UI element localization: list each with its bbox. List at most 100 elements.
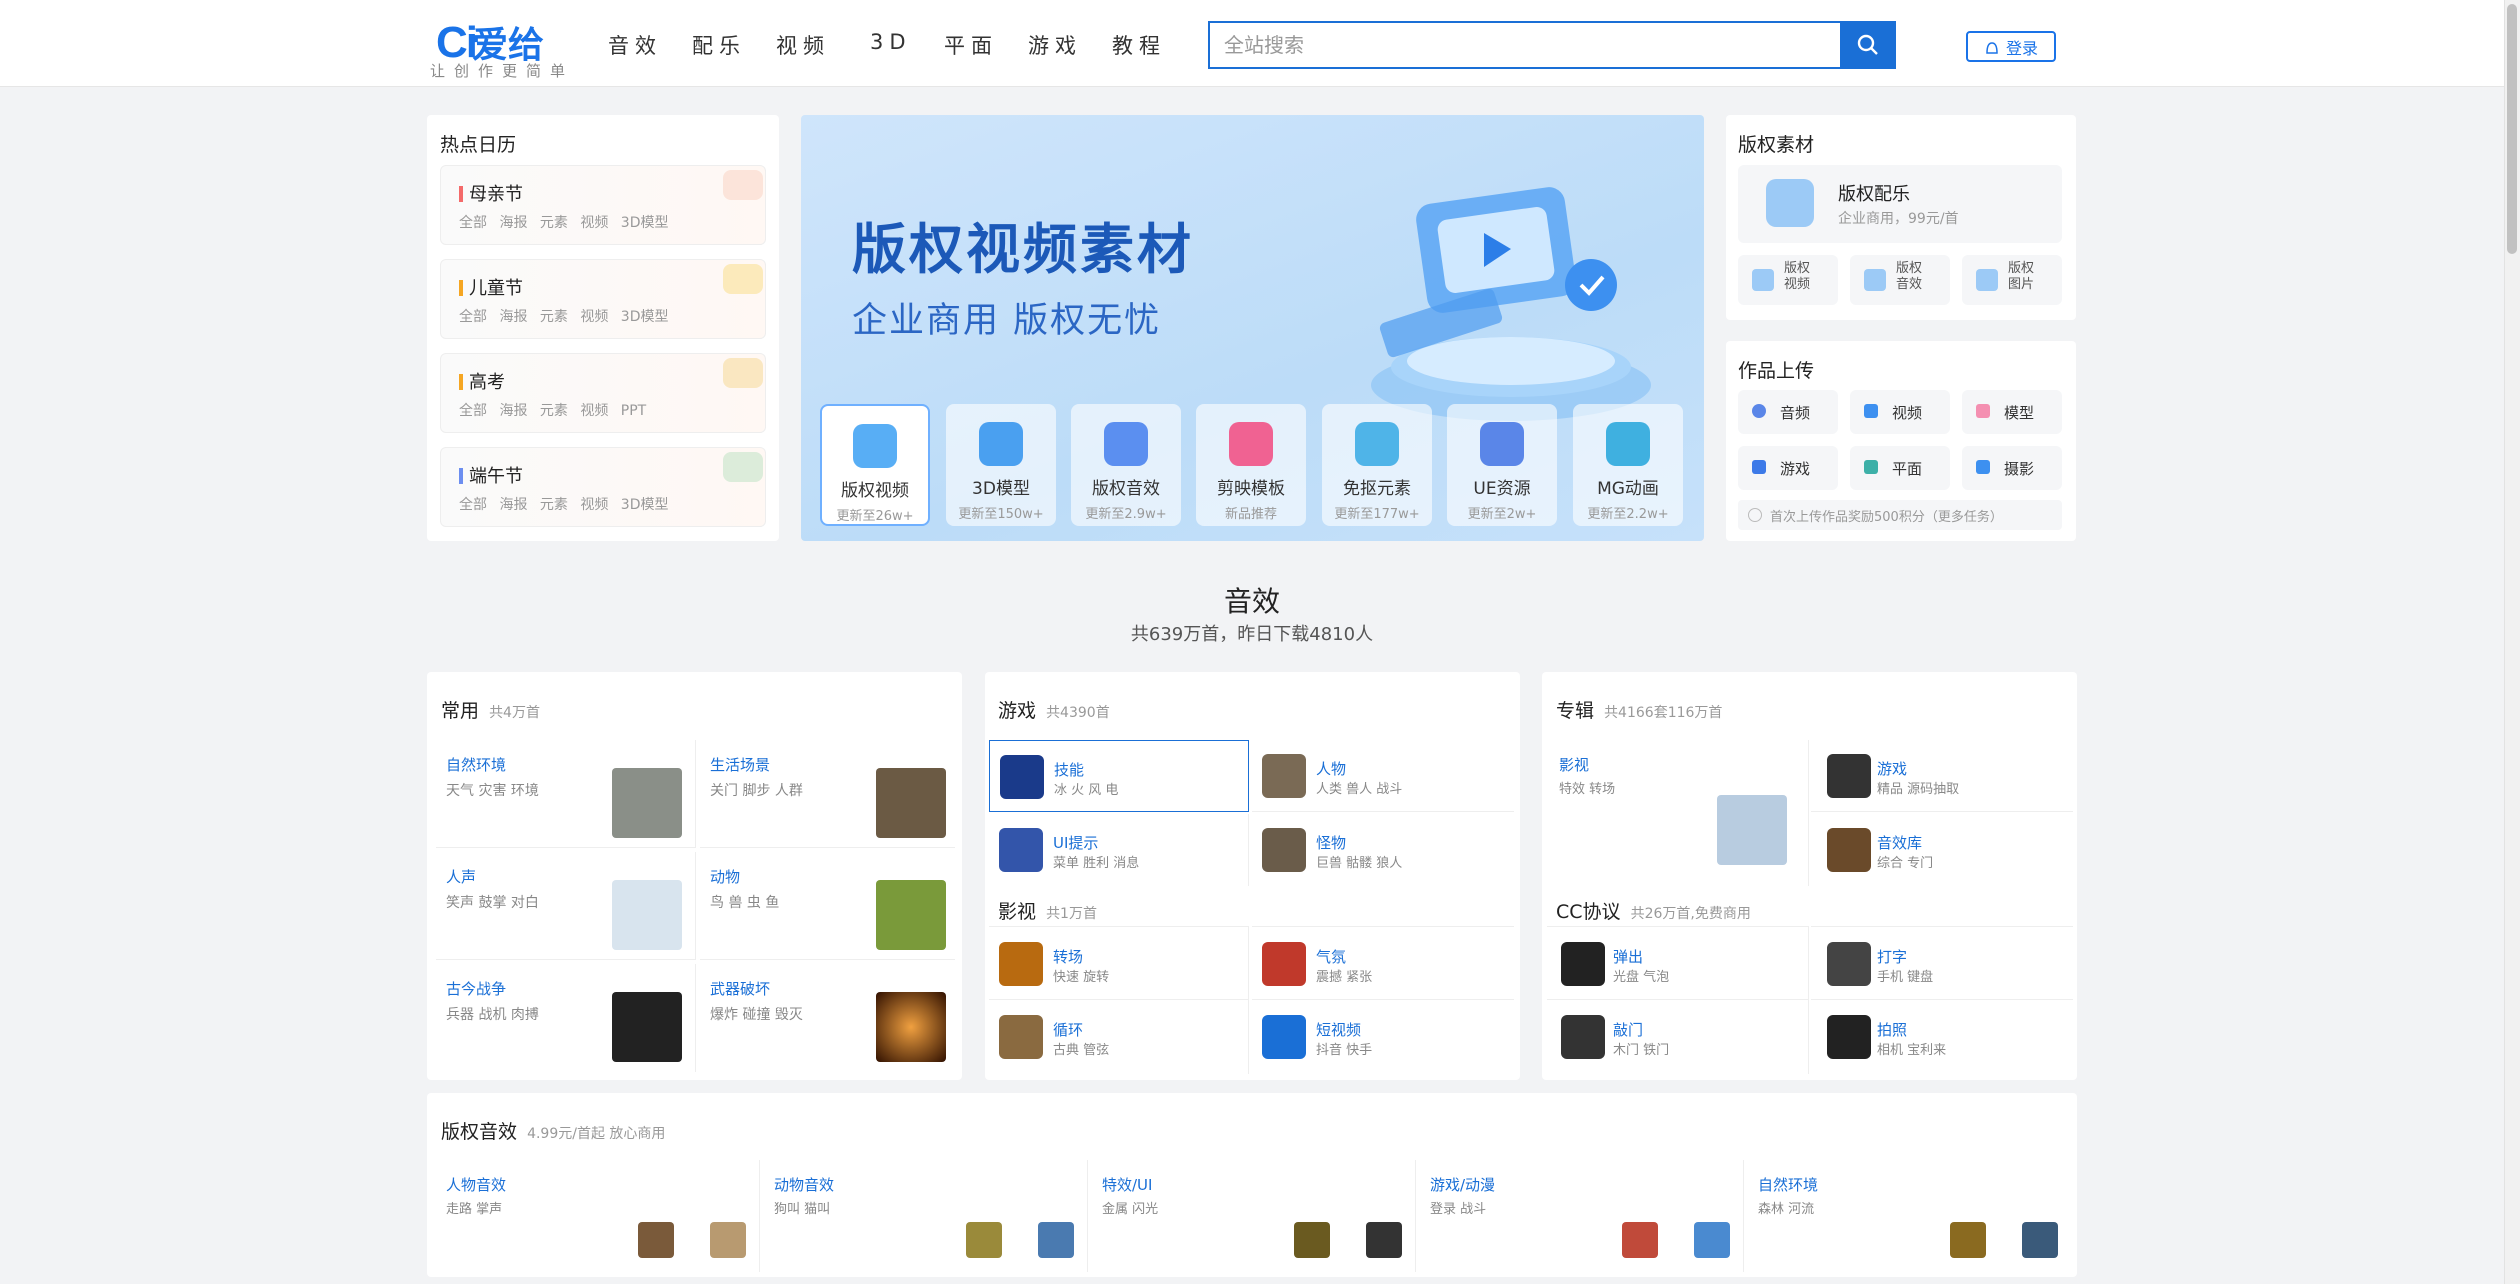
paid-cell[interactable]: 自然环境 森林 河流 xyxy=(1746,1160,2072,1272)
cell-title[interactable]: 武器破坏 xyxy=(710,978,770,999)
cell-title[interactable]: 气氛 xyxy=(1316,946,1346,967)
cell-title[interactable]: 人物 xyxy=(1316,758,1346,779)
banner-card-video[interactable]: 版权视频 更新至26w+ xyxy=(820,404,930,526)
cell-title[interactable]: 音效库 xyxy=(1877,832,1922,853)
cell-title[interactable]: 特效/UI xyxy=(1102,1174,1152,1195)
cell-title[interactable]: 拍照 xyxy=(1877,1019,1907,1040)
nav-item-tutorial[interactable]: 教程 xyxy=(1112,30,1196,60)
cell-title[interactable]: 影视 xyxy=(1559,754,1589,775)
cc-cell[interactable]: 拍照 相机 宝利来 xyxy=(1811,1000,2073,1074)
cell-title[interactable]: 转场 xyxy=(1053,946,1083,967)
cell-title[interactable]: 生活场景 xyxy=(710,754,770,775)
paid-cell[interactable]: 人物音效 走路 掌声 xyxy=(434,1160,760,1272)
thumbnail xyxy=(1717,795,1787,865)
copyright-video-button[interactable]: 版权视频 xyxy=(1738,255,1838,305)
thumbnail xyxy=(1827,942,1871,986)
game-cell[interactable]: 怪物 巨兽 骷髅 狼人 xyxy=(1252,814,1514,886)
cell-title[interactable]: 自然环境 xyxy=(446,754,506,775)
card-sub: 更新至26w+ xyxy=(836,509,914,524)
cell-title[interactable]: 人声 xyxy=(446,866,476,887)
paid-cell[interactable]: 游戏/动漫 登录 战斗 xyxy=(1418,1160,1744,1272)
banner-card-ue[interactable]: UE资源 更新至2w+ xyxy=(1447,404,1557,526)
nav-item-sound[interactable]: 音效 xyxy=(608,30,692,60)
cell-title[interactable]: 动物音效 xyxy=(774,1174,834,1195)
cell-title[interactable]: 游戏 xyxy=(1877,758,1907,779)
upload-audio-button[interactable]: 音频 xyxy=(1738,390,1838,434)
banner-card-element[interactable]: 免抠元素 更新至177w+ xyxy=(1322,404,1432,526)
copyright-sound-button[interactable]: 版权音效 xyxy=(1850,255,1950,305)
nav-item-3d[interactable]: 3D xyxy=(860,30,944,60)
cell-title[interactable]: 游戏/动漫 xyxy=(1430,1174,1495,1195)
upload-video-button[interactable]: 视频 xyxy=(1850,390,1950,434)
album-cell-large[interactable]: 影视 特效 转场 xyxy=(1547,740,1809,886)
album-cell[interactable]: 游戏 精品 源码抽取 xyxy=(1811,740,2073,812)
calendar-item-tags[interactable]: 全部 海报 元素 视频 3D模型 xyxy=(459,306,669,326)
common-cell[interactable]: 武器破坏 爆炸 碰撞 毁灭 xyxy=(700,964,955,1072)
album-cell[interactable]: 音效库 综合 专门 xyxy=(1811,814,2073,886)
calendar-item[interactable]: 儿童节 全部 海报 元素 视频 3D模型 xyxy=(440,259,766,339)
cc-cell[interactable]: 敲门 木门 铁门 xyxy=(1547,1000,1809,1074)
nav-item-graphic[interactable]: 平面 xyxy=(944,30,1028,60)
nav-item-video[interactable]: 视频 xyxy=(776,30,860,60)
cell-tags: 笑声 鼓掌 对白 xyxy=(446,895,539,911)
calendar-item[interactable]: 母亲节 全部 海报 元素 视频 3D模型 xyxy=(440,165,766,245)
thumbnail xyxy=(612,880,682,950)
paid-cell[interactable]: 特效/UI 金属 闪光 xyxy=(1090,1160,1416,1272)
calendar-item[interactable]: 端午节 全部 海报 元素 视频 3D模型 xyxy=(440,447,766,527)
game-cell[interactable]: UI提示 菜单 胜利 消息 xyxy=(989,814,1249,886)
game-cell-selected[interactable]: 技能冰 火 风 电 xyxy=(989,740,1249,812)
calendar-item-tags[interactable]: 全部 海报 元素 视频 PPT xyxy=(459,400,646,420)
upload-graphic-button[interactable]: 平面 xyxy=(1850,446,1950,490)
banner-card-sound[interactable]: 版权音效 更新至2.9w+ xyxy=(1071,404,1181,526)
cc-cell[interactable]: 打字 手机 键盘 xyxy=(1811,926,2073,1000)
nav-item-game[interactable]: 游戏 xyxy=(1028,30,1112,60)
cell-title[interactable]: 动物 xyxy=(710,866,740,887)
upload-photo-button[interactable]: 摄影 xyxy=(1962,446,2062,490)
cell-title[interactable]: UI提示 xyxy=(1053,832,1098,853)
cell-title[interactable]: 敲门 xyxy=(1613,1019,1643,1040)
search-input[interactable] xyxy=(1210,23,1830,67)
cell-title[interactable]: 古今战争 xyxy=(446,978,506,999)
calendar-item[interactable]: 高考 全部 海报 元素 视频 PPT xyxy=(440,353,766,433)
banner-card-3d[interactable]: 3D模型 更新至150w+ xyxy=(946,404,1056,526)
banner-card-capcut[interactable]: 剪映模板 新品推荐 xyxy=(1196,404,1306,526)
cell-title[interactable]: 循环 xyxy=(1053,1019,1083,1040)
cell-title[interactable]: 自然环境 xyxy=(1758,1174,1818,1195)
upload-hint[interactable]: 首次上传作品奖励500积分（更多任务） xyxy=(1738,500,2062,530)
cell-tags: 森林 河流 xyxy=(1758,1202,1815,1217)
cell-title[interactable]: 技能 xyxy=(1054,759,1084,780)
film-cell[interactable]: 循环 古典 管弦 xyxy=(989,1000,1249,1074)
cell-title[interactable]: 打字 xyxy=(1877,946,1907,967)
copyright-feature[interactable]: 版权配乐 企业商用，99元/首 xyxy=(1738,165,2062,243)
game-cell[interactable]: 人物 人类 兽人 战斗 xyxy=(1252,740,1514,812)
common-cell[interactable]: 生活场景 关门 脚步 人群 xyxy=(700,740,955,848)
cell-title[interactable]: 怪物 xyxy=(1316,832,1346,853)
search-button[interactable] xyxy=(1840,21,1896,69)
film-cell[interactable]: 转场 快速 旋转 xyxy=(989,926,1249,1000)
calendar-item-tags[interactable]: 全部 海报 元素 视频 3D模型 xyxy=(459,494,669,514)
paid-cell[interactable]: 动物音效 狗叫 猫叫 xyxy=(762,1160,1088,1272)
upload-model-button[interactable]: 模型 xyxy=(1962,390,2062,434)
login-button[interactable]: 登录 xyxy=(1966,31,2056,62)
cc-cell[interactable]: 弹出 光盘 气泡 xyxy=(1547,926,1809,1000)
cell-title[interactable]: 人物音效 xyxy=(446,1174,506,1195)
common-cell[interactable]: 古今战争 兵器 战机 肉搏 xyxy=(436,964,696,1072)
common-cell[interactable]: 人声笑声 鼓掌 对白 xyxy=(436,852,696,960)
banner-card-mg[interactable]: MG动画 更新至2.2w+ xyxy=(1573,404,1683,526)
scrollbar-thumb[interactable] xyxy=(2507,4,2517,254)
cell-title[interactable]: 短视频 xyxy=(1316,1019,1361,1040)
upload-game-button[interactable]: 游戏 xyxy=(1738,446,1838,490)
copyright-image-button[interactable]: 版权图片 xyxy=(1962,255,2062,305)
thumbnail xyxy=(710,1222,746,1258)
film-cell[interactable]: 短视频 抖音 快手 xyxy=(1252,1000,1514,1074)
film-cell[interactable]: 气氛 震撼 紧张 xyxy=(1252,926,1514,1000)
calendar-item-tags[interactable]: 全部 海报 元素 视频 3D模型 xyxy=(459,212,669,232)
common-cell[interactable]: 自然环境 天气 灾害 环境 xyxy=(436,740,696,848)
cell-title[interactable]: 弹出 xyxy=(1613,946,1643,967)
cell-tags: 手机 键盘 xyxy=(1877,970,1934,985)
common-cell[interactable]: 动物鸟 兽 虫 鱼 xyxy=(700,852,955,960)
film-count: 共1万首 xyxy=(1046,906,1097,922)
info-icon xyxy=(1748,508,1762,522)
sound-icon xyxy=(1864,269,1886,291)
nav-item-music[interactable]: 配乐 xyxy=(692,30,776,60)
